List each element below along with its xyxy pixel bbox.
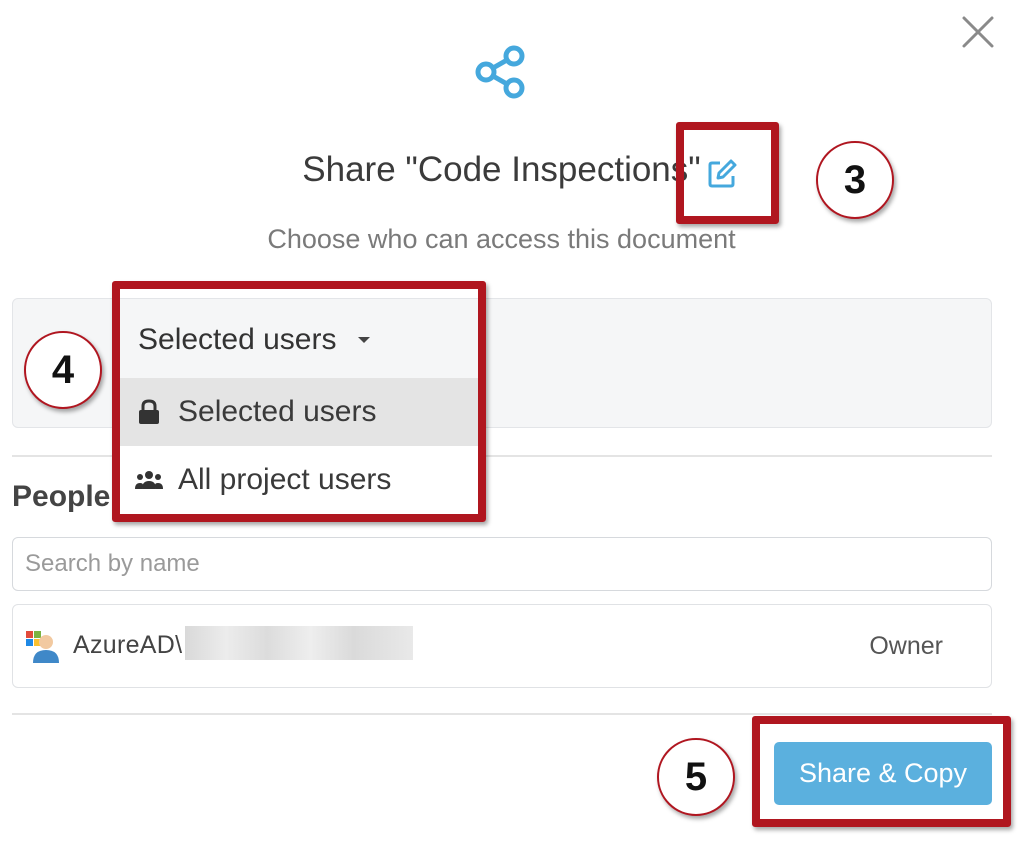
user-avatar-icon — [25, 629, 59, 663]
dialog-title-text: Share "Code Inspections" — [302, 150, 701, 189]
search-input[interactable] — [12, 537, 992, 591]
annotation-highlight-4 — [112, 281, 486, 522]
annotation-highlight-3 — [676, 122, 779, 224]
divider — [12, 713, 992, 715]
redacted-text — [185, 626, 413, 660]
user-role: Owner — [869, 632, 943, 660]
people-heading: People — [12, 480, 111, 513]
dialog-subtitle: Choose who can access this document — [267, 224, 736, 254]
share-icon — [472, 44, 530, 100]
user-name: AzureAD\ — [73, 631, 183, 659]
share-dialog: Share "Code Inspections" Choose who can … — [0, 0, 1027, 850]
close-icon[interactable] — [958, 12, 998, 52]
user-row: AzureAD\ Owner — [12, 604, 992, 688]
step-badge-4: 4 — [24, 331, 102, 409]
step-badge-3: 3 — [816, 141, 894, 219]
step-badge-5: 5 — [657, 738, 735, 816]
annotation-highlight-5 — [752, 716, 1011, 827]
